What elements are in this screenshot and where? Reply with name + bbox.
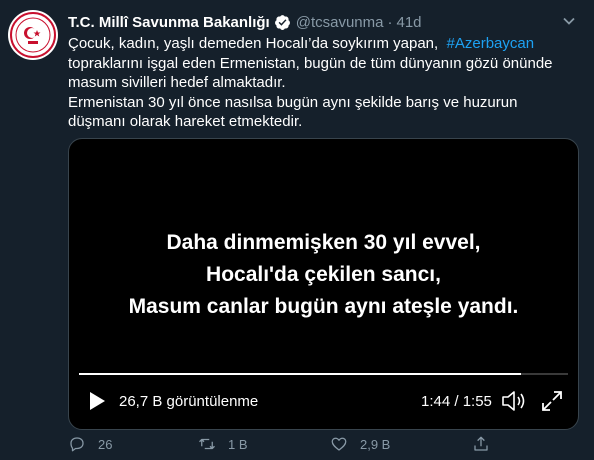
play-icon[interactable] [87, 391, 107, 411]
retweet-button[interactable]: 1 B [198, 434, 248, 454]
tweet-actions: 26 1 B 2,9 B [68, 434, 588, 456]
tweet-text-line1: Çocuk, kadın, yaşlı demeden Hocalı’da so… [68, 35, 439, 52]
share-button[interactable] [472, 434, 502, 454]
tweet-paragraph-1: Çocuk, kadın, yaşlı demeden Hocalı’da so… [68, 34, 568, 93]
like-button[interactable]: 2,9 B [330, 434, 390, 454]
caption-line: Hocalı'da çekilen sancı, [206, 263, 441, 286]
tweet-header: T.C. Millî Savunma Bakanlığı @tcsavunma … [68, 12, 422, 32]
video-caption: Daha dinmemişken 30 yıl evvel, Hocalı'da… [69, 227, 578, 323]
hashtag-link[interactable]: #Azerbaycan [447, 35, 535, 52]
volume-icon[interactable] [501, 389, 527, 413]
retweet-count: 1 B [228, 436, 248, 452]
tweet-text-line1-rest: topraklarını işgal eden Ermenistan, bugü… [68, 54, 553, 92]
like-icon [331, 437, 347, 451]
video-time: 1:44 / 1:55 [421, 393, 492, 410]
verified-icon [274, 14, 291, 31]
video-progress-fill [79, 373, 522, 375]
video-progress-bar[interactable] [79, 373, 568, 375]
reply-button[interactable]: 26 [68, 434, 112, 454]
tweet[interactable]: T.C. Millî Savunma Bakanlığı @tcsavunma … [0, 0, 594, 460]
share-icon [474, 436, 488, 451]
reply-icon [70, 437, 84, 452]
fullscreen-icon[interactable] [541, 390, 563, 412]
caption-line: Masum canlar bugün aynı ateşle yandı. [128, 295, 519, 318]
like-count: 2,9 B [360, 436, 391, 452]
tweet-paragraph-2: Ermenistan 30 yıl önce nasılsa bugün ayn… [68, 93, 518, 131]
author-handle[interactable]: @tcsavunma [296, 14, 384, 31]
reply-count: 26 [98, 436, 113, 452]
video-player[interactable]: Daha dinmemişken 30 yıl evvel, Hocalı'da… [68, 138, 579, 430]
tweet-text: Çocuk, kadın, yaşlı demeden Hocalı’da so… [68, 34, 568, 132]
view-count: 26,7 B görüntülenme [119, 393, 259, 410]
caption-line: Daha dinmemişken 30 yıl evvel, [166, 231, 481, 254]
author-name[interactable]: T.C. Millî Savunma Bakanlığı [68, 14, 270, 31]
video-controls: 26,7 B görüntülenme 1:44 / 1:55 [69, 385, 578, 417]
retweet-icon [199, 438, 215, 450]
avatar[interactable] [8, 10, 58, 60]
tweet-timestamp[interactable]: 41d [396, 14, 421, 31]
chevron-down-icon[interactable] [562, 14, 576, 28]
separator-dot: · [387, 13, 393, 31]
